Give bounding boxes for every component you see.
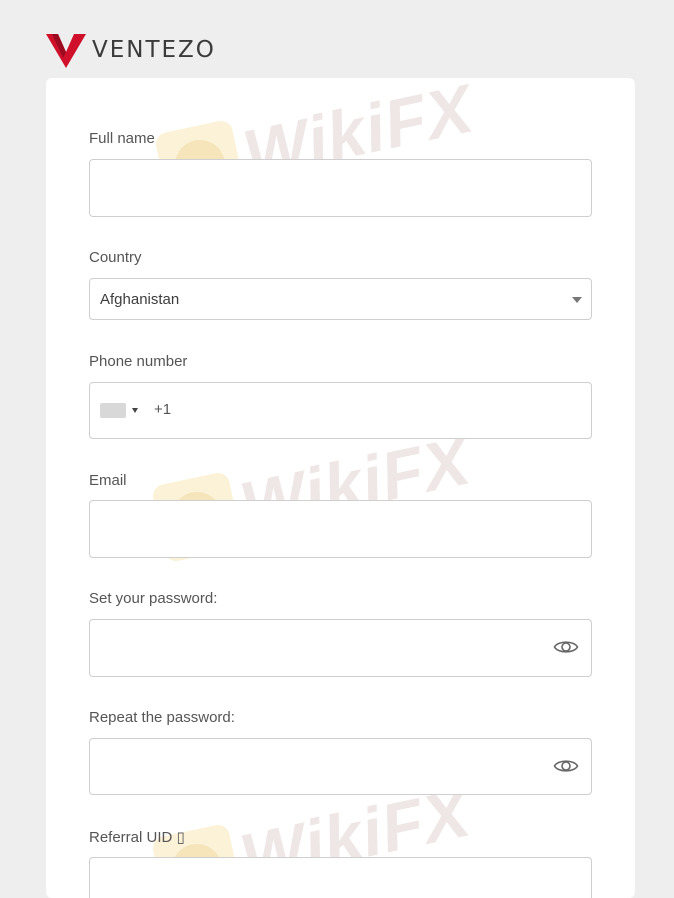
country-flag-icon[interactable] bbox=[100, 403, 126, 418]
phone-number-label: Phone number bbox=[89, 353, 188, 370]
password-label: Set your password: bbox=[89, 590, 218, 607]
repeat-password-input[interactable] bbox=[89, 738, 592, 795]
repeat-password-label: Repeat the password: bbox=[89, 709, 235, 726]
ventezo-logo-icon bbox=[46, 34, 86, 68]
country-select[interactable]: Afghanistan bbox=[89, 278, 592, 320]
brand-name: VENTEZO bbox=[92, 37, 216, 63]
country-selected-value: Afghanistan bbox=[100, 291, 180, 308]
email-label: Email bbox=[89, 472, 127, 489]
eye-icon[interactable] bbox=[553, 756, 579, 781]
referral-uid-label: Referral UID ▯ bbox=[89, 829, 185, 846]
dial-code: +1 bbox=[154, 401, 172, 418]
full-name-label: Full name bbox=[89, 130, 155, 147]
country-label: Country bbox=[89, 249, 142, 266]
phone-number-input[interactable]: +1 bbox=[89, 382, 592, 439]
brand-logo[interactable]: VENTEZO bbox=[46, 32, 216, 68]
full-name-input[interactable] bbox=[89, 159, 592, 217]
eye-icon[interactable] bbox=[553, 637, 579, 662]
password-input[interactable] bbox=[89, 619, 592, 677]
caret-down-icon[interactable] bbox=[132, 408, 138, 413]
referral-uid-input[interactable] bbox=[89, 857, 592, 898]
email-input[interactable] bbox=[89, 500, 592, 558]
registration-form-card: WikiFX WikiFX WikiFX Full name Country A… bbox=[46, 78, 635, 898]
caret-down-icon bbox=[572, 297, 582, 303]
